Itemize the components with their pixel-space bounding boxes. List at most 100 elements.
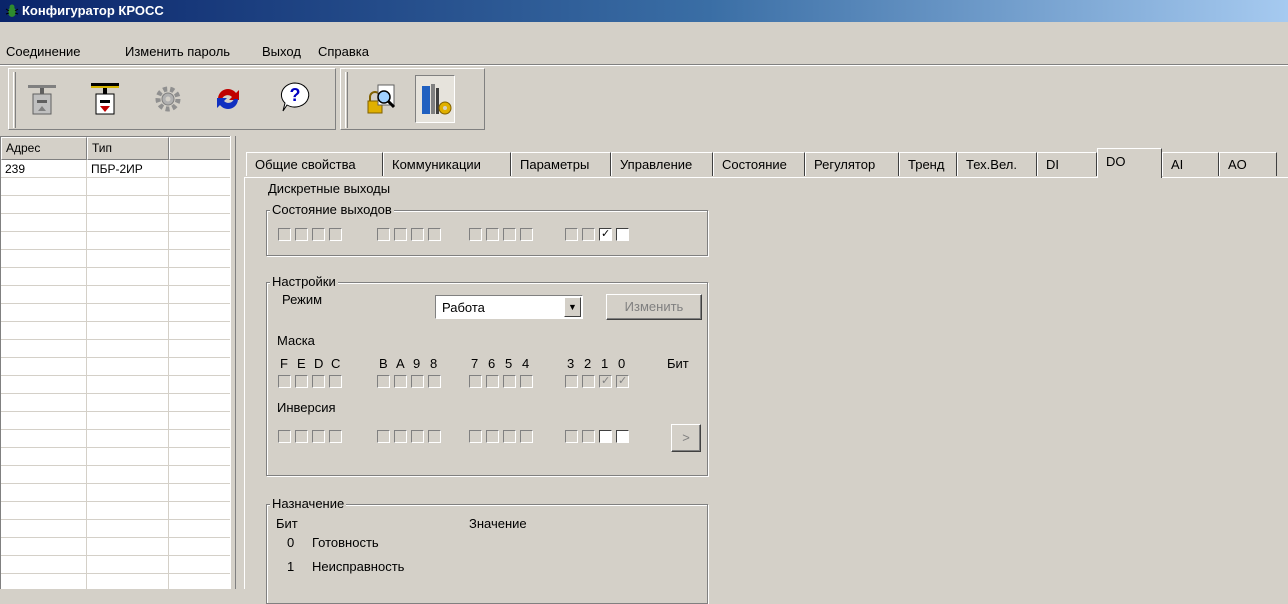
menu-help[interactable]: Справка: [318, 42, 369, 62]
table-row[interactable]: [1, 232, 230, 250]
tab-di[interactable]: DI: [1037, 152, 1097, 176]
mask-checkbox[interactable]: [278, 375, 291, 388]
table-row[interactable]: [1, 196, 230, 214]
tab-состояние[interactable]: Состояние: [713, 152, 805, 176]
inversion-checkbox[interactable]: [329, 430, 342, 443]
toolbar-grip[interactable]: [13, 72, 16, 128]
disconnect-device-icon: [91, 83, 119, 115]
menu-change-password[interactable]: Изменить пароль: [125, 42, 230, 62]
inversion-checkbox[interactable]: [312, 430, 325, 443]
inversion-checkbox[interactable]: [278, 430, 291, 443]
disconnect-device-button[interactable]: [85, 75, 125, 123]
table-row[interactable]: [1, 430, 230, 448]
mask-checkbox[interactable]: [565, 375, 578, 388]
toolbar-grip[interactable]: [345, 72, 348, 128]
table-row[interactable]: [1, 448, 230, 466]
mode-select[interactable]: Работа ▼: [435, 295, 583, 319]
mask-checkbox[interactable]: [486, 375, 499, 388]
device-list[interactable]: Адрес Тип 239 ПБР-2ИР: [0, 136, 230, 589]
inversion-checkbox[interactable]: [486, 430, 499, 443]
inversion-checkbox[interactable]: [295, 430, 308, 443]
inversion-checkbox[interactable]: [377, 430, 390, 443]
connect-device-button[interactable]: [22, 75, 62, 123]
mask-label: Маска: [277, 333, 315, 348]
inversion-checkbox[interactable]: [469, 430, 482, 443]
table-row[interactable]: [1, 304, 230, 322]
inversion-checkbox[interactable]: [582, 430, 595, 443]
tab-do[interactable]: DO: [1097, 148, 1162, 178]
table-row[interactable]: [1, 250, 230, 268]
table-row[interactable]: [1, 358, 230, 376]
tab-коммуникации[interactable]: Коммуникации: [383, 152, 511, 176]
mask-checkbox[interactable]: [394, 375, 407, 388]
inversion-checkbox[interactable]: [394, 430, 407, 443]
mask-checkbox[interactable]: [411, 375, 424, 388]
table-row[interactable]: [1, 376, 230, 394]
help-button[interactable]: ?: [275, 75, 315, 123]
mask-checkbox[interactable]: [377, 375, 390, 388]
mask-checkbox[interactable]: [582, 375, 595, 388]
table-row[interactable]: [1, 412, 230, 430]
tab-тех-вел-[interactable]: Тех.Вел.: [957, 152, 1037, 176]
tab-тренд[interactable]: Тренд: [899, 152, 957, 176]
table-row[interactable]: [1, 484, 230, 502]
settings-button[interactable]: [148, 75, 188, 123]
table-row[interactable]: [1, 538, 230, 556]
bit-header: 7: [471, 356, 479, 371]
tab-ao[interactable]: AO: [1219, 152, 1277, 176]
tab-регулятор[interactable]: Регулятор: [805, 152, 899, 176]
menu-connection[interactable]: Соединение: [6, 42, 81, 62]
configure-tools-button[interactable]: [415, 75, 455, 123]
inversion-checkbox[interactable]: [411, 430, 424, 443]
mask-checkbox[interactable]: [295, 375, 308, 388]
table-row[interactable]: [1, 340, 230, 358]
column-header-address[interactable]: Адрес: [1, 137, 87, 160]
inversion-checkbox[interactable]: [599, 430, 612, 443]
mask-checkbox[interactable]: [428, 375, 441, 388]
bit-header: C: [331, 356, 341, 371]
table-row[interactable]: [1, 214, 230, 232]
table-row[interactable]: [1, 574, 230, 589]
table-row[interactable]: 239 ПБР-2ИР: [1, 160, 230, 178]
inversion-checkbox[interactable]: [616, 430, 629, 443]
mask-checkbox[interactable]: ✓: [599, 375, 612, 388]
apply-inversion-button[interactable]: >: [671, 424, 701, 452]
inversion-checkbox[interactable]: [503, 430, 516, 443]
table-row[interactable]: [1, 268, 230, 286]
menu-exit[interactable]: Выход: [262, 42, 301, 62]
table-row[interactable]: [1, 286, 230, 304]
bit-header: A: [396, 356, 405, 371]
bit-header: 1: [601, 356, 609, 371]
column-header-type[interactable]: Тип: [87, 137, 169, 160]
mask-checkbox[interactable]: [329, 375, 342, 388]
table-row[interactable]: [1, 556, 230, 574]
table-row[interactable]: [1, 322, 230, 340]
tab-общие-свойства[interactable]: Общие свойства: [246, 152, 383, 176]
column-header-empty[interactable]: [169, 137, 230, 160]
inversion-checkbox[interactable]: [565, 430, 578, 443]
search-config-button[interactable]: [362, 75, 402, 123]
inversion-checkbox[interactable]: [428, 430, 441, 443]
refresh-button[interactable]: [208, 75, 248, 123]
table-row[interactable]: [1, 394, 230, 412]
output-checkbox: [582, 228, 595, 241]
mask-checkbox[interactable]: [503, 375, 516, 388]
table-row[interactable]: [1, 502, 230, 520]
inversion-checkbox[interactable]: [520, 430, 533, 443]
mask-checkbox[interactable]: [469, 375, 482, 388]
output-checkbox: [486, 228, 499, 241]
tab-управление[interactable]: Управление: [611, 152, 713, 176]
chevron-down-icon[interactable]: ▼: [564, 297, 581, 317]
mask-checkbox[interactable]: ✓: [616, 375, 629, 388]
splitter[interactable]: [230, 136, 236, 589]
tab-ai[interactable]: AI: [1162, 152, 1219, 176]
table-row[interactable]: [1, 178, 230, 196]
bit-header: 0: [618, 356, 626, 371]
change-button[interactable]: Изменить: [606, 294, 702, 320]
app-bug-icon: [5, 4, 19, 17]
table-row[interactable]: [1, 520, 230, 538]
tab-параметры[interactable]: Параметры: [511, 152, 611, 176]
mask-checkbox[interactable]: [520, 375, 533, 388]
mask-checkbox[interactable]: [312, 375, 325, 388]
table-row[interactable]: [1, 466, 230, 484]
